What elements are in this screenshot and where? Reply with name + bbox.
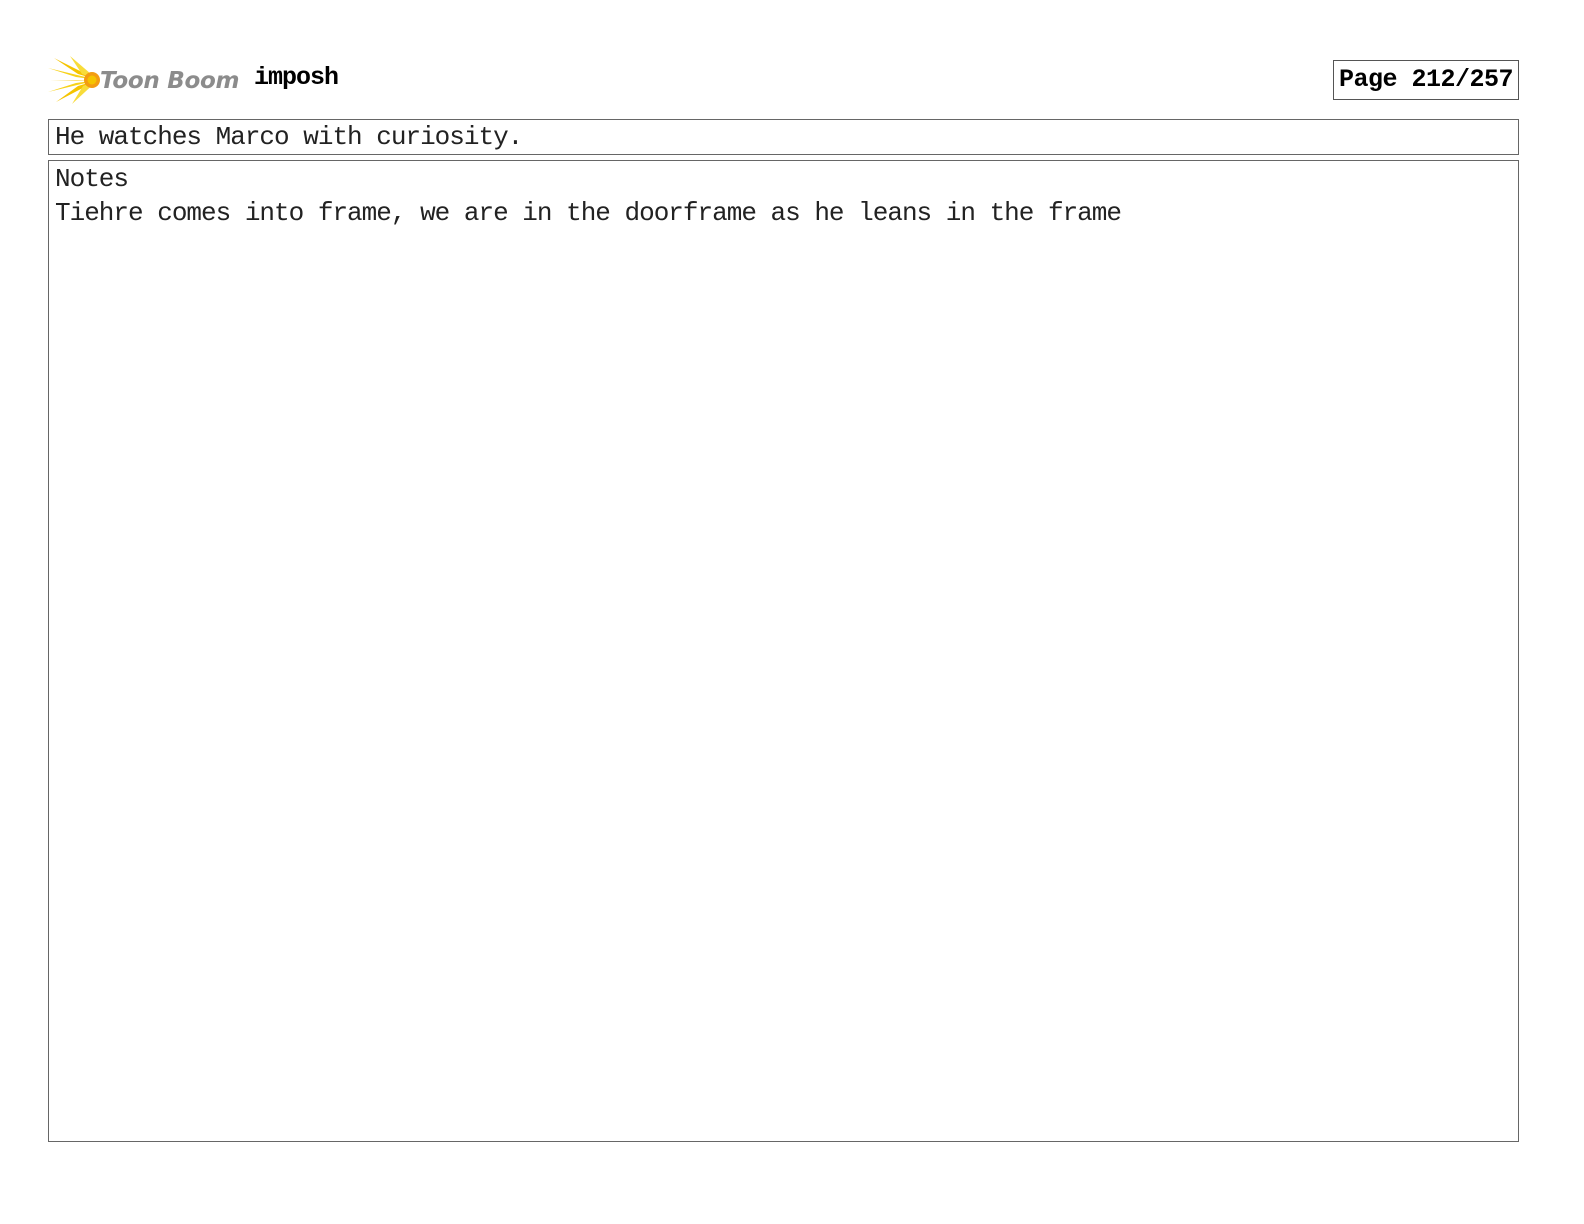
notes-panel: Notes Tiehre comes into frame, we are in… (48, 160, 1519, 1142)
page-number-badge: Page 212/257 (1332, 60, 1519, 100)
project-title: imposh (254, 63, 339, 92)
starburst-logo-icon (48, 56, 100, 104)
page-header: Toon Boom imposh Page 212/257 (48, 54, 1519, 106)
notes-label: Notes (55, 164, 129, 194)
panel-caption: He watches Marco with curiosity. (48, 119, 1519, 155)
logo-brand-text: Toon Boom (100, 68, 240, 94)
toon-boom-logo: Toon Boom (48, 54, 239, 106)
notes-text: Tiehre comes into frame, we are in the d… (55, 198, 1122, 228)
